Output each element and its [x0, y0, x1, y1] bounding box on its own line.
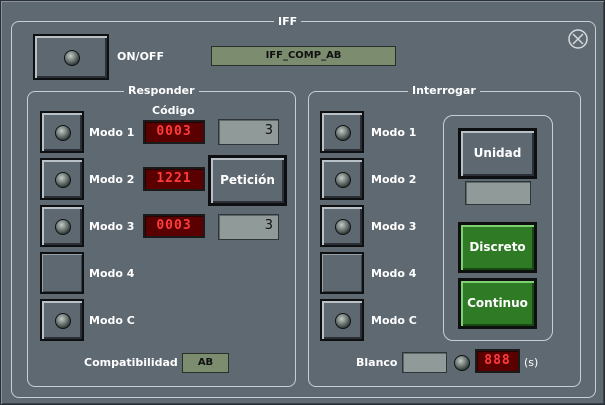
unidad-button[interactable]: Unidad [458, 128, 537, 179]
interrogar-mode-2-button[interactable] [320, 158, 364, 200]
window-title: IFF [274, 16, 302, 28]
responder-mode-1-button[interactable] [40, 111, 84, 153]
code-header: Código [152, 104, 195, 117]
interrogar-mode-3-label: Modo 3 [371, 220, 417, 233]
responder-mode-2-button[interactable] [40, 158, 84, 200]
led-icon [335, 219, 351, 235]
responder-mode-2-label: Modo 2 [89, 173, 135, 186]
unidad-field[interactable] [465, 181, 531, 205]
blanco-label: Blanco [356, 356, 398, 369]
responder-mode-3-value[interactable]: 3 [218, 214, 279, 240]
compat-display: IFF_COMP_AB [211, 46, 396, 66]
blanco-led-icon [453, 354, 470, 371]
blanco-field[interactable] [402, 352, 447, 373]
led-icon [335, 125, 351, 141]
power-label: ON/OFF [117, 50, 164, 63]
iff-panel: IFF ON/OFF IFF_COMP_AB Responder Código … [0, 0, 605, 405]
led-icon [454, 355, 470, 371]
led-icon [335, 172, 351, 188]
blanco-timer: 888 [475, 349, 520, 373]
responder-mode-c-label: Modo C [89, 314, 135, 327]
led-icon [55, 172, 71, 188]
responder-mode-1-code[interactable]: 0003 [143, 120, 205, 144]
led-icon [55, 125, 71, 141]
led-icon [55, 313, 71, 329]
close-icon[interactable] [567, 28, 589, 50]
interrogar-mode-3-button[interactable] [320, 205, 364, 247]
interrogar-mode-4-button[interactable] [320, 252, 364, 294]
responder-mode-4-label: Modo 4 [89, 267, 135, 280]
responder-mode-1-value[interactable]: 3 [218, 119, 279, 145]
power-button[interactable] [33, 34, 109, 80]
led-icon [55, 219, 71, 235]
interrogar-title: Interrogar [408, 85, 480, 97]
led-icon [335, 313, 351, 329]
interrogar-mode-1-label: Modo 1 [371, 126, 417, 139]
continuo-button[interactable]: Continuo [458, 278, 537, 329]
interrogar-mode-1-button[interactable] [320, 111, 364, 153]
responder-mode-3-button[interactable] [40, 205, 84, 247]
responder-mode-1-label: Modo 1 [89, 126, 135, 139]
timer-unit-label: (s) [524, 356, 539, 369]
peticion-button[interactable]: Petición [208, 155, 287, 206]
interrogar-mode-c-label: Modo C [371, 314, 417, 327]
responder-mode-3-code[interactable]: 0003 [143, 214, 205, 238]
interrogar-mode-2-label: Modo 2 [371, 173, 417, 186]
discreto-button[interactable]: Discreto [458, 222, 537, 273]
responder-mode-c-button[interactable] [40, 299, 84, 341]
compat-label: Compatibilidad [84, 356, 178, 369]
power-led-icon [64, 50, 80, 66]
responder-mode-3-label: Modo 3 [89, 220, 135, 233]
compat-value: AB [182, 353, 229, 373]
interrogar-mode-4-label: Modo 4 [371, 267, 417, 280]
interrogar-mode-c-button[interactable] [320, 299, 364, 341]
responder-title: Responder [124, 85, 199, 97]
responder-mode-4-button[interactable] [40, 252, 84, 294]
responder-mode-2-code[interactable]: 1221 [143, 167, 205, 191]
